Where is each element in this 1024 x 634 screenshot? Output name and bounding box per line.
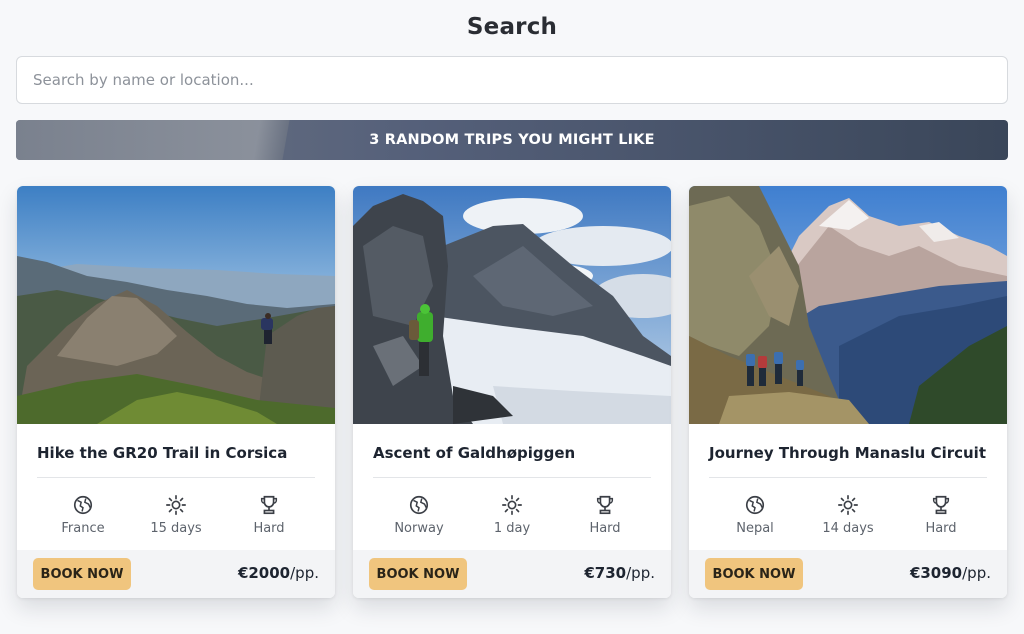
book-now-button[interactable]: BOOK NOW — [369, 558, 467, 590]
trip-duration: 1 day — [466, 494, 558, 536]
trip-duration: 15 days — [130, 494, 222, 536]
book-now-button[interactable]: BOOK NOW — [705, 558, 803, 590]
trip-facts: Norway 1 day Hard — [373, 494, 651, 540]
trip-photo — [17, 186, 335, 424]
random-trips-banner: 3 RANDOM TRIPS YOU MIGHT LIKE — [16, 120, 1008, 160]
sun-icon — [502, 495, 522, 515]
trip-difficulty: Hard — [559, 494, 651, 536]
trip-photo — [689, 186, 1007, 424]
trip-facts: France 15 days Hard — [37, 494, 315, 540]
trip-price: €2000/pp. — [237, 564, 319, 582]
trip-difficulty: Hard — [223, 494, 315, 536]
card-divider — [709, 477, 987, 478]
mountain-ridge-photo — [17, 186, 335, 424]
trip-card[interactable]: Hike the GR20 Trail in Corsica France 15… — [17, 186, 335, 598]
card-divider — [373, 477, 651, 478]
card-divider — [37, 477, 315, 478]
trip-difficulty: Hard — [895, 494, 987, 536]
trip-price: €3090/pp. — [909, 564, 991, 582]
book-now-button[interactable]: BOOK NOW — [33, 558, 131, 590]
sun-icon — [166, 495, 186, 515]
trophy-icon — [596, 495, 614, 515]
search-page: Search 3 RANDOM TRIPS YOU MIGHT LIKE — [0, 0, 1024, 634]
card-footer: BOOK NOW €3090/pp. — [689, 550, 1007, 598]
trophy-icon — [932, 495, 950, 515]
card-footer: BOOK NOW €2000/pp. — [17, 550, 335, 598]
trophy-icon — [260, 495, 278, 515]
trip-card[interactable]: Journey Through Manaslu Circuit Nepal 14… — [689, 186, 1007, 598]
page-title: Search — [466, 14, 558, 40]
card-footer: BOOK NOW €730/pp. — [353, 550, 671, 598]
trip-location: France — [37, 494, 129, 536]
himalaya-valley-photo — [689, 186, 1007, 424]
globe-icon — [73, 495, 93, 515]
banner-text: 3 RANDOM TRIPS YOU MIGHT LIKE — [369, 132, 655, 148]
search-input[interactable] — [16, 56, 1008, 104]
trip-location: Norway — [373, 494, 465, 536]
trip-title: Hike the GR20 Trail in Corsica — [37, 444, 288, 462]
trip-duration: 14 days — [802, 494, 894, 536]
trip-title: Journey Through Manaslu Circuit — [709, 444, 986, 462]
trip-price: €730/pp. — [584, 564, 655, 582]
trip-location: Nepal — [709, 494, 801, 536]
globe-icon — [745, 495, 765, 515]
trip-title: Ascent of Galdhøpiggen — [373, 444, 576, 462]
snowy-rock-peak-photo — [353, 186, 671, 424]
trip-photo — [353, 186, 671, 424]
trip-card-list: Hike the GR20 Trail in Corsica France 15… — [17, 186, 1007, 598]
trip-card[interactable]: Ascent of Galdhøpiggen Norway 1 day Hard… — [353, 186, 671, 598]
trip-facts: Nepal 14 days Hard — [709, 494, 987, 540]
globe-icon — [409, 495, 429, 515]
sun-icon — [838, 495, 858, 515]
